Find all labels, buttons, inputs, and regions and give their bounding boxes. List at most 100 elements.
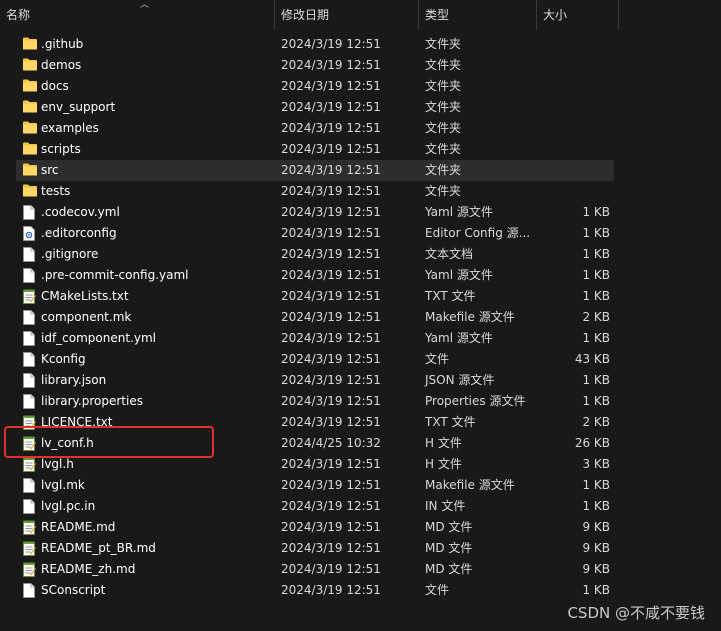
- file-size: 1 KB: [582, 373, 610, 387]
- file-type: H 文件: [425, 457, 462, 471]
- file-name: library.json: [41, 373, 107, 387]
- file-row[interactable]: SConscript 2024/3/19 12:51 文件 1 KB: [16, 580, 614, 601]
- file-date-modified: 2024/3/19 12:51: [281, 289, 381, 303]
- file-row[interactable]: Kconfig 2024/3/19 12:51 文件 43 KB: [16, 349, 614, 370]
- file-type: TXT 文件: [425, 415, 476, 429]
- folder-icon: [23, 142, 37, 157]
- file-name: CMakeLists.txt: [41, 289, 129, 303]
- file-date-modified: 2024/3/19 12:51: [281, 562, 381, 576]
- config-file-icon: [23, 226, 35, 241]
- file-date-modified: 2024/3/19 12:51: [281, 394, 381, 408]
- file-size: 9 KB: [582, 562, 610, 576]
- column-date-label: 修改日期: [281, 8, 330, 22]
- file-type: 文件夹: [425, 79, 462, 93]
- column-date-header[interactable]: 修改日期: [275, 0, 418, 30]
- file-name: SConscript: [41, 583, 106, 597]
- file-type: MD 文件: [425, 562, 473, 576]
- file-row[interactable]: examples 2024/3/19 12:51 文件夹: [16, 118, 614, 139]
- file-size: 9 KB: [582, 541, 610, 555]
- file-row[interactable]: README.md 2024/3/19 12:51 MD 文件 9 KB: [16, 517, 614, 538]
- file-row[interactable]: lvgl.pc.in 2024/3/19 12:51 IN 文件 1 KB: [16, 496, 614, 517]
- file-type: 文件夹: [425, 100, 462, 114]
- folder-icon: [23, 79, 37, 94]
- file-row[interactable]: .codecov.yml 2024/3/19 12:51 Yaml 源文件 1 KB: [16, 202, 614, 223]
- file-size: 26 KB: [574, 436, 610, 450]
- file-icon: [23, 394, 35, 409]
- file-row[interactable]: demos 2024/3/19 12:51 文件夹: [16, 55, 614, 76]
- file-name: .pre-commit-config.yaml: [41, 268, 189, 282]
- file-date-modified: 2024/3/19 12:51: [281, 415, 381, 429]
- file-icon: [23, 373, 35, 388]
- file-row[interactable]: component.mk 2024/3/19 12:51 Makefile 源文件 2…: [16, 307, 614, 328]
- file-row[interactable]: .pre-commit-config.yaml 2024/3/19 12:51 Ya…: [16, 265, 614, 286]
- file-size: 1 KB: [582, 478, 610, 492]
- file-row[interactable]: README_zh.md 2024/3/19 12:51 MD 文件 9 KB: [16, 559, 614, 580]
- column-name-label: 名称: [6, 8, 31, 22]
- file-row[interactable]: library.json 2024/3/19 12:51 JSON 源文件 1 KB: [16, 370, 614, 391]
- file-row[interactable]: env_support 2024/3/19 12:51 文件夹: [16, 97, 614, 118]
- file-name: docs: [41, 79, 69, 93]
- file-size: 1 KB: [582, 205, 610, 219]
- file-row[interactable]: idf_component.yml 2024/3/19 12:51 Yaml 源文件…: [16, 328, 614, 349]
- watermark: CSDN @不咸不要钱: [567, 604, 705, 622]
- file-name: component.mk: [41, 310, 132, 324]
- file-row[interactable]: docs 2024/3/19 12:51 文件夹: [16, 76, 614, 97]
- file-size: 9 KB: [582, 520, 610, 534]
- file-row[interactable]: library.properties 2024/3/19 12:51 Propert…: [16, 391, 614, 412]
- file-type: 文件夹: [425, 58, 462, 72]
- file-row[interactable]: scripts 2024/3/19 12:51 文件夹: [16, 139, 614, 160]
- column-type-header[interactable]: 类型: [419, 0, 536, 30]
- file-name: README_pt_BR.md: [41, 541, 156, 555]
- file-type: Yaml 源文件: [425, 205, 493, 219]
- folder-icon: [23, 37, 37, 52]
- file-size: 43 KB: [574, 352, 610, 366]
- file-row[interactable]: lvgl.mk 2024/3/19 12:51 Makefile 源文件 1 KB: [16, 475, 614, 496]
- file-date-modified: 2024/3/19 12:51: [281, 583, 381, 597]
- file-date-modified: 2024/3/19 12:51: [281, 163, 381, 177]
- column-divider[interactable]: [618, 0, 619, 30]
- file-type: 文件夹: [425, 121, 462, 135]
- file-date-modified: 2024/3/19 12:51: [281, 310, 381, 324]
- file-row[interactable]: README_pt_BR.md 2024/3/19 12:51 MD 文件 9 KB: [16, 538, 614, 559]
- file-row[interactable]: src 2024/3/19 12:51 文件夹: [16, 160, 614, 181]
- file-icon: [23, 478, 35, 493]
- file-size: 1 KB: [582, 331, 610, 345]
- file-icon: [23, 352, 35, 367]
- file-name: .github: [41, 37, 84, 51]
- file-date-modified: 2024/3/19 12:51: [281, 331, 381, 345]
- file-size: 3 KB: [582, 457, 610, 471]
- file-date-modified: 2024/3/19 12:51: [281, 100, 381, 114]
- file-name: tests: [41, 184, 71, 198]
- file-date-modified: 2024/3/19 12:51: [281, 205, 381, 219]
- file-name: src: [41, 163, 59, 177]
- file-name: env_support: [41, 100, 116, 114]
- file-date-modified: 2024/3/19 12:51: [281, 520, 381, 534]
- file-date-modified: 2024/3/19 12:51: [281, 37, 381, 51]
- file-row[interactable]: tests 2024/3/19 12:51 文件夹: [16, 181, 614, 202]
- folder-icon: [23, 184, 37, 199]
- file-date-modified: 2024/3/19 12:51: [281, 457, 381, 471]
- column-name-header[interactable]: 名称: [0, 0, 274, 30]
- notepad-file-icon: [23, 520, 36, 535]
- column-size-label: 大小: [543, 8, 568, 22]
- file-row[interactable]: .editorconfig 2024/3/19 12:51 Editor Confi…: [16, 223, 614, 244]
- file-name: Kconfig: [41, 352, 86, 366]
- file-type: Properties 源文件: [425, 394, 526, 408]
- file-icon: [23, 499, 35, 514]
- file-type: 文件: [425, 352, 450, 366]
- file-size: 1 KB: [582, 289, 610, 303]
- file-date-modified: 2024/3/19 12:51: [281, 478, 381, 492]
- file-row[interactable]: .gitignore 2024/3/19 12:51 文本文档 1 KB: [16, 244, 614, 265]
- file-name: library.properties: [41, 394, 143, 408]
- file-name: examples: [41, 121, 99, 135]
- file-size: 2 KB: [582, 310, 610, 324]
- column-size-header[interactable]: 大小: [537, 0, 618, 30]
- file-type: MD 文件: [425, 520, 473, 534]
- file-row[interactable]: .github 2024/3/19 12:51 文件夹: [16, 34, 614, 55]
- file-type: 文本文档: [425, 247, 474, 261]
- file-name: README.md: [41, 520, 116, 534]
- column-type-label: 类型: [425, 8, 450, 22]
- column-header: 名称 ︿ 修改日期 类型 大小: [0, 0, 721, 30]
- file-name: .editorconfig: [41, 226, 117, 240]
- file-row[interactable]: CMakeLists.txt 2024/3/19 12:51 TXT 文件 1 KB: [16, 286, 614, 307]
